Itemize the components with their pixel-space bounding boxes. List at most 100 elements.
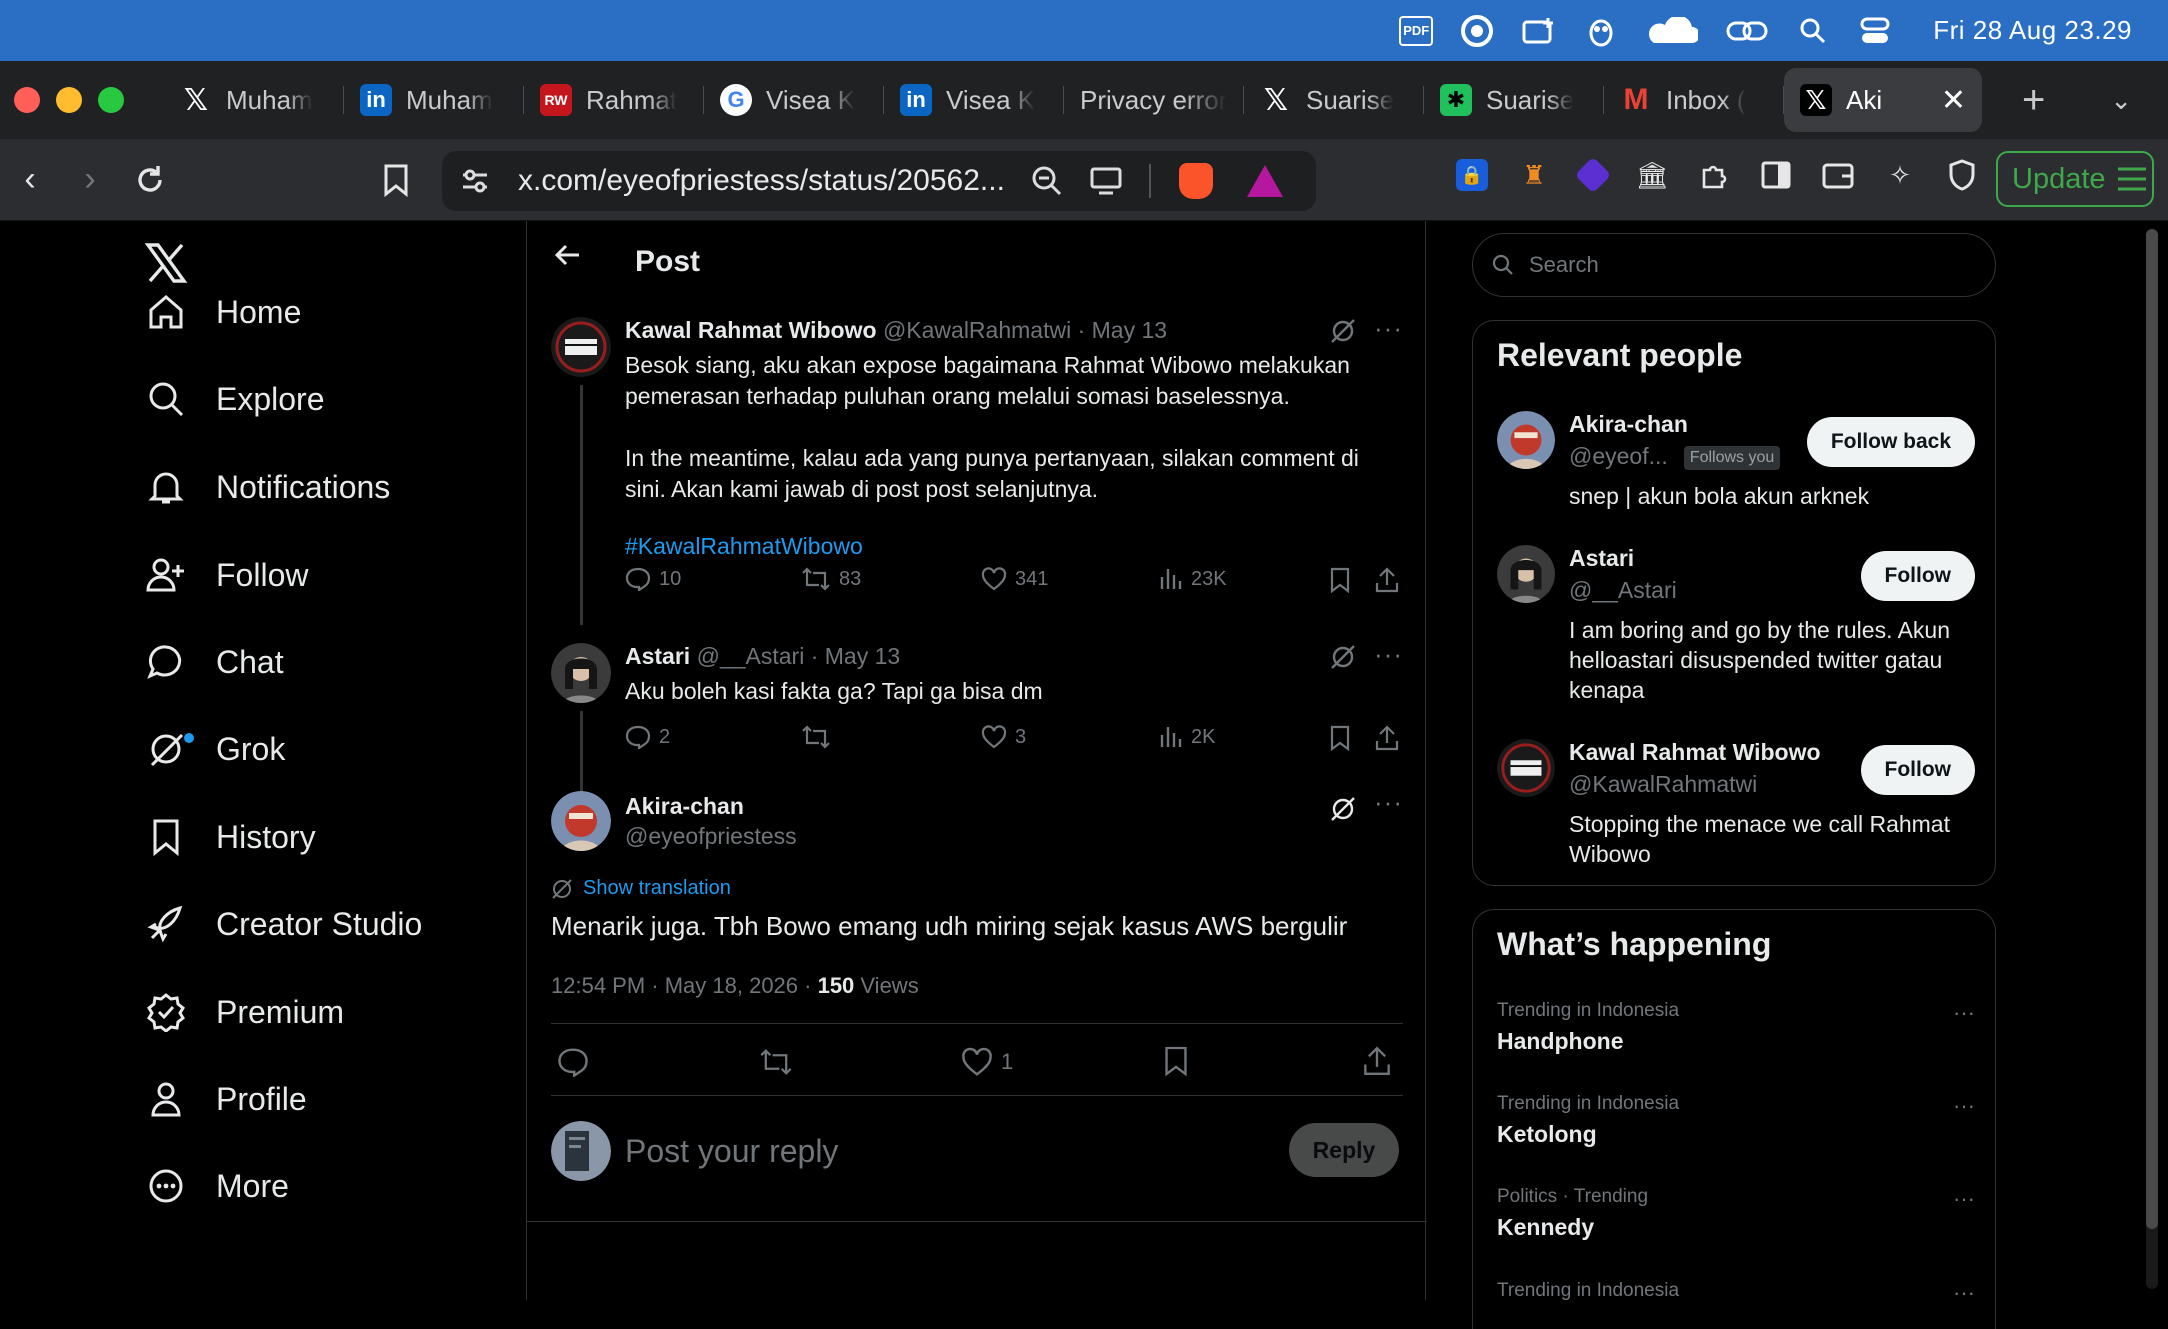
avatar[interactable] xyxy=(551,317,611,377)
control-center-icon[interactable] xyxy=(1857,13,1893,49)
person-name[interactable]: Kawal Rahmat Wibowo xyxy=(1569,739,1821,766)
nav-explore[interactable]: Explore xyxy=(140,369,325,429)
like-action[interactable]: 1 xyxy=(961,1047,1013,1077)
reload-button[interactable] xyxy=(120,162,180,198)
author-handle[interactable]: @eyeofpriestess xyxy=(625,821,1403,851)
nav-chat[interactable]: Chat xyxy=(140,632,284,692)
views-action[interactable]: 23K xyxy=(1159,567,1227,591)
person-handle[interactable]: @__Astari xyxy=(1569,577,1677,604)
tab[interactable]: RW Rahmat xyxy=(524,68,704,132)
my-avatar[interactable] xyxy=(551,1121,611,1181)
close-tab-icon[interactable]: ✕ xyxy=(1941,83,1966,118)
tab[interactable]: M Inbox ( xyxy=(1604,68,1784,132)
back-button[interactable]: ‹ xyxy=(0,160,60,199)
pdf-icon[interactable]: PDF xyxy=(1399,15,1434,46)
avatar[interactable] xyxy=(1497,545,1555,603)
person-name[interactable]: Astari xyxy=(1569,545,1634,572)
back-arrow-icon[interactable] xyxy=(553,241,581,269)
person-handle[interactable]: @KawalRahmatwi xyxy=(1569,771,1757,798)
tweet-timestamp[interactable]: 12:54 PM · May 18, 2026 · xyxy=(551,973,818,998)
repost-action[interactable] xyxy=(759,1047,793,1077)
columns-icon[interactable]: 🏛 xyxy=(1636,159,1669,191)
sidebar-toggle-icon[interactable] xyxy=(1760,159,1792,191)
follow-button[interactable]: Follow xyxy=(1860,551,1975,601)
follow-button[interactable]: Follow xyxy=(1860,745,1975,795)
nav-creator-studio[interactable]: Creator Studio xyxy=(140,894,422,954)
grok-icon[interactable] xyxy=(1329,643,1357,671)
nav-more[interactable]: More xyxy=(140,1156,289,1216)
trend-item[interactable]: Politics · Trending Kennedy ··· xyxy=(1497,1186,1975,1241)
more-options-icon[interactable]: ··· xyxy=(1374,639,1403,670)
zoom-out-icon[interactable] xyxy=(1031,165,1063,197)
bitwarden-icon[interactable]: 🔒 xyxy=(1456,159,1488,191)
nav-profile[interactable]: Profile xyxy=(140,1069,307,1129)
more-options-icon[interactable]: ··· xyxy=(1953,1280,1975,1306)
person-handle[interactable]: @eyeof... xyxy=(1569,443,1668,469)
minimize-window-button[interactable] xyxy=(56,87,82,113)
tweet-date[interactable]: · May 13 xyxy=(811,643,900,669)
page-scrollbar[interactable] xyxy=(2146,229,2158,1289)
tab[interactable]: G Visea K xyxy=(704,68,884,132)
fox-extension-icon[interactable]: ♜ xyxy=(1518,159,1550,191)
tab-list-chevron-icon[interactable]: ⌄ xyxy=(2110,85,2132,116)
wallet-icon[interactable] xyxy=(1822,159,1854,191)
avatar[interactable] xyxy=(551,643,611,703)
site-settings-icon[interactable] xyxy=(460,167,490,195)
leo-ai-icon[interactable]: ✧ xyxy=(1884,159,1916,191)
zoom-window-button[interactable] xyxy=(98,87,124,113)
nav-notifications[interactable]: Notifications xyxy=(140,457,390,517)
grok-icon[interactable] xyxy=(1329,317,1357,345)
reply-action[interactable] xyxy=(557,1047,589,1077)
nav-premium[interactable]: Premium xyxy=(140,982,344,1042)
more-options-icon[interactable]: ··· xyxy=(1374,313,1403,344)
cast-icon[interactable] xyxy=(1089,166,1125,196)
x-logo-icon[interactable] xyxy=(144,241,190,287)
author-name[interactable]: Astari xyxy=(625,643,690,669)
hashtag-link[interactable]: #KawalRahmatWibowo xyxy=(625,533,1403,560)
nav-home[interactable]: Home xyxy=(140,282,301,342)
thread-tweet[interactable]: Astari @__Astari · May 13 Aku boleh kasi… xyxy=(551,639,1403,791)
author-name[interactable]: Akira-chan xyxy=(625,793,744,819)
reply-button[interactable]: Reply xyxy=(1289,1123,1399,1177)
spotlight-search-icon[interactable] xyxy=(1795,13,1831,49)
screen-add-icon[interactable] xyxy=(1521,13,1557,49)
avatar[interactable] xyxy=(1497,739,1555,797)
record-icon[interactable] xyxy=(1459,13,1495,49)
follow-back-button[interactable]: Follow back xyxy=(1806,417,1975,467)
scrollbar-thumb[interactable] xyxy=(2146,229,2158,1229)
avatar[interactable] xyxy=(551,791,611,851)
tab[interactable]: in Muham xyxy=(344,68,524,132)
owl-icon[interactable] xyxy=(1583,13,1619,49)
address-bar[interactable]: x.com/eyeofpriestess/status/20562... xyxy=(442,151,1316,211)
more-options-icon[interactable]: ··· xyxy=(1953,1093,1975,1119)
menu-bar-clock[interactable]: Fri 28 Aug 23.29 xyxy=(1933,15,2132,46)
cloud-icon[interactable] xyxy=(1645,13,1699,49)
nav-history[interactable]: History xyxy=(140,807,316,867)
grok-icon[interactable] xyxy=(1329,795,1357,823)
reply-action[interactable]: 10 xyxy=(625,567,681,591)
trend-item[interactable]: Trending in Indonesia Ketolong ··· xyxy=(1497,1093,1975,1148)
update-button[interactable]: Update xyxy=(1996,151,2154,207)
bookmark-action[interactable] xyxy=(1329,725,1351,751)
search-input[interactable]: Search xyxy=(1472,233,1996,297)
tab[interactable]: ✱ Suarise xyxy=(1424,68,1604,132)
like-action[interactable]: 3 xyxy=(981,725,1026,749)
repost-action[interactable]: 83 xyxy=(801,567,861,591)
views-action[interactable]: 2K xyxy=(1159,725,1215,749)
more-options-icon[interactable]: ··· xyxy=(1953,1186,1975,1212)
reply-input[interactable]: Post your reply xyxy=(625,1133,838,1170)
more-options-icon[interactable]: ··· xyxy=(1953,1000,1975,1026)
avatar[interactable] xyxy=(1497,411,1555,469)
bookmark-page-icon[interactable] xyxy=(366,163,426,197)
tab[interactable]: Privacy error xyxy=(1064,68,1244,132)
share-action[interactable] xyxy=(1363,1045,1391,1077)
forward-button[interactable]: › xyxy=(60,160,120,199)
reply-action[interactable]: 2 xyxy=(625,725,670,749)
share-action[interactable] xyxy=(1375,567,1399,593)
vpn-shield-icon[interactable] xyxy=(1946,159,1978,191)
link-icon[interactable] xyxy=(1725,13,1769,49)
share-action[interactable] xyxy=(1375,725,1399,751)
show-translation-link[interactable]: Show translation xyxy=(551,877,731,900)
repost-action[interactable] xyxy=(801,725,839,749)
purple-extension-icon[interactable] xyxy=(1574,156,1612,194)
